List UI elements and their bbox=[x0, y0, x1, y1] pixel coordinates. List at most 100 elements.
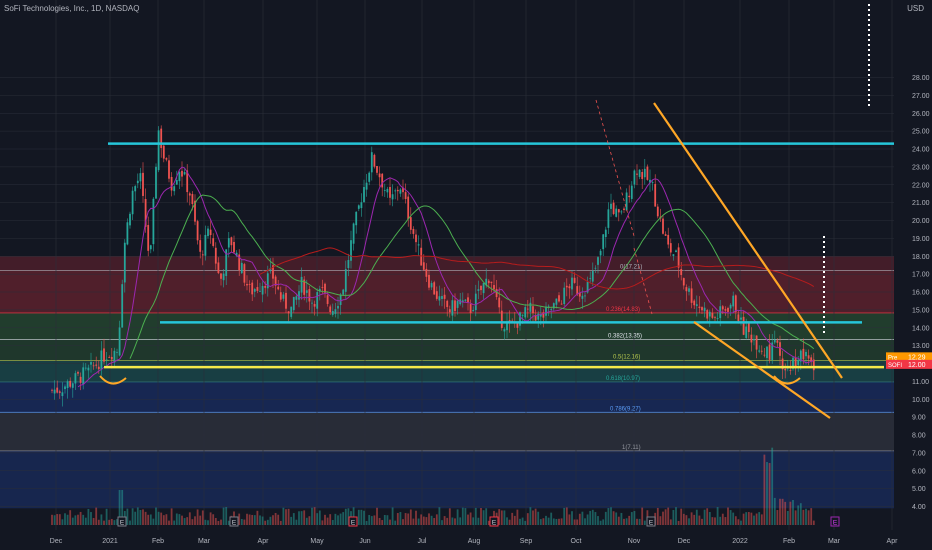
volume-bar bbox=[329, 514, 332, 525]
fib-label: 0.618(10.97) bbox=[606, 376, 640, 382]
candle-body bbox=[152, 198, 155, 245]
y-tick-label: 11.00 bbox=[912, 379, 929, 386]
candle-body bbox=[220, 273, 222, 279]
volume-bar bbox=[659, 516, 662, 525]
candle-body bbox=[409, 217, 412, 230]
price-chart[interactable]: 0(17.21) 0.236(14.83) 0.382(13.35) 0.5(12.1… bbox=[0, 0, 932, 550]
price-axis[interactable]: 4.00 5.00 6.00 7.00 8.00 9.00 10.00 11.00 12.00 1… bbox=[894, 0, 932, 550]
volume-bar bbox=[617, 516, 620, 525]
volume-bar bbox=[318, 510, 321, 525]
earnings-label: E bbox=[492, 520, 497, 527]
candle-body bbox=[121, 284, 124, 328]
volume-bar bbox=[506, 517, 508, 525]
y-tick-label: 20.00 bbox=[912, 218, 930, 225]
volume-bar bbox=[594, 512, 597, 525]
volume-bar bbox=[342, 512, 345, 525]
candle-body bbox=[545, 306, 547, 316]
candle-body bbox=[805, 351, 807, 357]
candle-body bbox=[714, 317, 716, 319]
candle-body bbox=[352, 223, 355, 244]
y-tick-label: 15.00 bbox=[912, 307, 930, 314]
candle-body bbox=[139, 173, 142, 182]
volume-bar bbox=[285, 509, 287, 525]
volume-bar bbox=[313, 507, 316, 525]
candle-body bbox=[779, 342, 781, 356]
candle-body bbox=[734, 295, 737, 312]
candle-body bbox=[363, 186, 365, 202]
candle-body bbox=[415, 234, 417, 243]
volume-bar bbox=[170, 508, 173, 525]
volume-bar bbox=[630, 512, 633, 525]
volume-bar bbox=[714, 517, 716, 525]
volume-bar bbox=[378, 517, 381, 525]
volume-bar bbox=[191, 519, 194, 525]
candle-body bbox=[142, 172, 144, 196]
volume-bar bbox=[435, 514, 438, 525]
volume-bar bbox=[667, 507, 670, 525]
currency-label: USD bbox=[907, 4, 924, 13]
volume-bar bbox=[261, 516, 264, 525]
volume-bar bbox=[433, 518, 436, 525]
volume-bar bbox=[77, 514, 79, 525]
volume-bar bbox=[282, 507, 285, 525]
volume-bar bbox=[578, 513, 581, 525]
volume-bar bbox=[461, 507, 464, 525]
volume-bar bbox=[485, 508, 488, 525]
x-tick-label: Mar bbox=[198, 538, 211, 545]
candle-body bbox=[490, 281, 493, 283]
candle-body bbox=[610, 203, 612, 209]
candle-body bbox=[183, 172, 186, 175]
volume-bar bbox=[591, 509, 594, 525]
volume-bar bbox=[417, 518, 420, 525]
candle-body bbox=[422, 262, 425, 270]
candle-body bbox=[469, 304, 472, 314]
candle-body bbox=[563, 287, 566, 305]
candle-body bbox=[160, 128, 163, 149]
volume-bar bbox=[477, 517, 480, 525]
candle-body bbox=[766, 346, 768, 358]
volume-bar bbox=[451, 517, 454, 525]
candle-body bbox=[246, 284, 248, 286]
volume-bar bbox=[599, 520, 602, 525]
volume-bar bbox=[560, 518, 563, 525]
volume-bar bbox=[272, 515, 274, 525]
time-axis[interactable]: Dec 2021 Feb Mar Apr May Jun Jul Aug Sep Oct Nov Dec… bbox=[50, 538, 898, 545]
volume-bar bbox=[95, 507, 98, 525]
volume-bar bbox=[383, 514, 386, 525]
candle-body bbox=[776, 340, 779, 343]
volume-bar bbox=[376, 507, 378, 525]
volume-bar bbox=[144, 511, 147, 525]
candle-body bbox=[643, 168, 646, 178]
candle-body bbox=[248, 284, 251, 285]
volume-bar bbox=[243, 519, 246, 525]
candle-body bbox=[727, 307, 729, 312]
volume-bar bbox=[298, 511, 300, 525]
volume-bar bbox=[409, 509, 412, 525]
candle-body bbox=[524, 307, 527, 318]
volume-bar bbox=[214, 517, 217, 525]
x-tick-label: Feb bbox=[152, 538, 164, 545]
volume-bar bbox=[680, 508, 683, 525]
candle-body bbox=[212, 238, 215, 246]
volume-bar bbox=[482, 510, 485, 525]
candle-body bbox=[487, 280, 490, 284]
candle-body bbox=[758, 350, 761, 352]
candle-body bbox=[290, 306, 293, 317]
candle-body bbox=[201, 254, 204, 256]
volume-bar bbox=[784, 501, 787, 525]
volume-bar bbox=[597, 516, 599, 525]
candle-body bbox=[337, 305, 339, 309]
volume-bar bbox=[92, 517, 95, 525]
volume-bar bbox=[402, 519, 404, 525]
volume-bar bbox=[537, 511, 540, 525]
candle-body bbox=[251, 282, 254, 295]
volume-bar bbox=[381, 520, 384, 525]
volume-bar bbox=[760, 514, 763, 525]
volume-bar bbox=[454, 518, 456, 525]
candle-body bbox=[407, 196, 410, 220]
x-tick-label: Oct bbox=[571, 538, 582, 545]
y-tick-label: 14.00 bbox=[912, 325, 930, 332]
volume-bar bbox=[576, 519, 579, 525]
volume-bar bbox=[136, 507, 139, 525]
volume-bar bbox=[217, 520, 220, 525]
